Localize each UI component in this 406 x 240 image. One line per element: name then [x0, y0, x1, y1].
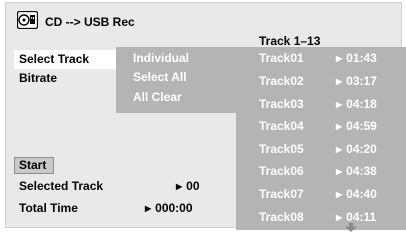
- track-duration: 01:43: [346, 51, 377, 65]
- track-time: ▶ 04:59: [336, 119, 377, 133]
- track-time: ▶ 04:38: [336, 164, 377, 178]
- main-panel: CD --> USB Rec Track 1–13 Select Track B…: [5, 2, 406, 232]
- track-row[interactable]: Track06 ▶ 04:38: [236, 160, 406, 183]
- menu-item-bitrate[interactable]: Bitrate: [14, 69, 57, 88]
- track-row[interactable]: Track07 ▶ 04:40: [236, 183, 406, 206]
- play-arrow-icon: ▶: [176, 182, 183, 191]
- track-time: ▶ 01:43: [336, 51, 377, 65]
- cd-to-usb-icon: [16, 10, 39, 30]
- track-name: Track02: [259, 74, 304, 88]
- play-arrow-icon: ▶: [336, 122, 343, 131]
- track-row[interactable]: Track04 ▶ 04:59: [236, 115, 406, 138]
- selected-track-count: 00: [186, 179, 200, 193]
- track-duration: 04:40: [346, 187, 377, 201]
- select-track-submenu: Individual Select All All Clear: [116, 47, 236, 113]
- track-duration: 04:59: [346, 119, 377, 133]
- play-arrow-icon: ▶: [336, 145, 343, 154]
- play-arrow-icon: ▶: [336, 190, 343, 199]
- menu-item-label: Select Track: [19, 52, 90, 66]
- track-name: Track06: [259, 164, 304, 178]
- track-duration: 04:38: [346, 164, 377, 178]
- track-name: Track05: [259, 142, 304, 156]
- total-time-amount: 000:00: [155, 201, 193, 215]
- track-time: ▶ 04:20: [336, 142, 377, 156]
- selected-track-label: Selected Track: [19, 179, 104, 193]
- track-time: ▶ 04:18: [336, 97, 377, 111]
- submenu-item-individual[interactable]: Individual: [133, 49, 189, 68]
- submenu-item-all-clear[interactable]: All Clear: [133, 88, 182, 107]
- track-duration: 03:17: [346, 74, 377, 88]
- total-time-label: Total Time: [19, 201, 78, 215]
- screen: CD --> USB Rec Track 1–13 Select Track B…: [0, 0, 406, 232]
- play-arrow-icon: ▶: [336, 77, 343, 86]
- play-arrow-icon: ▶: [336, 54, 343, 63]
- scroll-down-icon[interactable]: [345, 221, 357, 232]
- track-name: Track04: [259, 119, 304, 133]
- page-title: CD --> USB Rec: [45, 15, 135, 29]
- play-arrow-icon: ▶: [336, 100, 343, 109]
- selected-track-value: ▶ 00: [176, 179, 200, 193]
- start-button[interactable]: Start: [14, 157, 54, 174]
- track-name: Track01: [259, 51, 304, 65]
- track-range-label: Track 1–13: [259, 34, 321, 48]
- track-name: Track08: [259, 210, 304, 224]
- play-arrow-icon: ▶: [336, 167, 343, 176]
- total-time-value: ▶ 000:00: [145, 201, 193, 215]
- play-arrow-icon: ▶: [145, 204, 152, 213]
- track-duration: 04:18: [346, 97, 377, 111]
- menu-item-select-track[interactable]: Select Track: [14, 50, 116, 69]
- track-row[interactable]: Track08 ▶ 04:11: [236, 206, 406, 229]
- track-name: Track07: [259, 187, 304, 201]
- track-row[interactable]: Track03 ▶ 04:18: [236, 93, 406, 116]
- track-time: ▶ 03:17: [336, 74, 377, 88]
- menu-item-label: Bitrate: [19, 71, 58, 85]
- track-row[interactable]: Track05 ▶ 04:20: [236, 138, 406, 161]
- track-name: Track03: [259, 97, 304, 111]
- track-row[interactable]: Track01 ▶ 01:43: [236, 47, 406, 70]
- track-list: Track01 ▶ 01:43 Track02 ▶ 03:17 Track03 ▶ 0…: [236, 47, 406, 232]
- track-duration: 04:20: [346, 142, 377, 156]
- submenu-item-select-all[interactable]: Select All: [133, 68, 187, 87]
- play-arrow-icon: ▶: [336, 213, 343, 222]
- track-row[interactable]: Track02 ▶ 03:17: [236, 70, 406, 93]
- track-time: ▶ 04:40: [336, 187, 377, 201]
